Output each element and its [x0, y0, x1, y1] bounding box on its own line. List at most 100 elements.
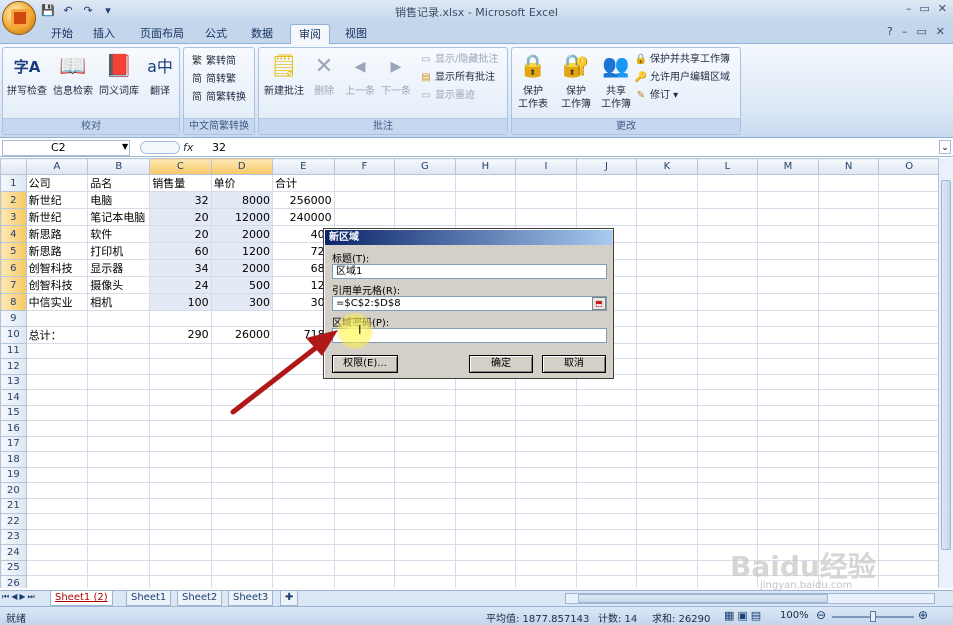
cell[interactable]	[515, 174, 577, 192]
row-header[interactable]: 15	[0, 404, 27, 421]
cell[interactable]	[149, 358, 212, 375]
cell[interactable]	[394, 420, 456, 437]
track-changes-button[interactable]: ✎ 修订 ▾	[634, 88, 678, 104]
cell[interactable]	[149, 435, 212, 452]
cell[interactable]	[210, 575, 273, 588]
cell[interactable]: 100	[149, 293, 212, 311]
column-header-m[interactable]: M	[757, 158, 819, 175]
cell[interactable]	[333, 544, 396, 561]
cell[interactable]: 新思路	[25, 242, 89, 260]
column-header-l[interactable]: L	[696, 158, 759, 175]
cell[interactable]	[515, 497, 577, 514]
column-header-a[interactable]: A	[25, 158, 89, 175]
cell[interactable]	[149, 513, 212, 530]
cell[interactable]: 500	[210, 276, 273, 294]
cell[interactable]: 总计：	[25, 325, 89, 344]
cell[interactable]	[210, 451, 273, 468]
cell[interactable]	[149, 342, 212, 359]
cell[interactable]	[757, 310, 819, 327]
cell[interactable]	[878, 435, 940, 452]
cell[interactable]	[757, 191, 819, 209]
cell[interactable]	[87, 466, 151, 483]
cell[interactable]	[149, 575, 212, 588]
cell[interactable]	[149, 310, 212, 327]
cell[interactable]	[149, 482, 212, 499]
cell[interactable]	[25, 466, 89, 483]
cell[interactable]	[25, 575, 89, 588]
cell[interactable]	[87, 451, 151, 468]
cell[interactable]	[87, 342, 151, 359]
scroll-thumb[interactable]	[941, 180, 951, 550]
customize-qat-icon[interactable]: ▾	[100, 4, 116, 18]
cancel-button[interactable]: 取消	[542, 355, 606, 373]
prev-comment-button[interactable]: ◂ 上一条	[343, 52, 377, 98]
cell[interactable]	[394, 466, 456, 483]
expand-formula-bar-icon[interactable]: ⌄	[939, 140, 951, 154]
cell[interactable]	[25, 544, 89, 561]
row-header[interactable]: 20	[0, 482, 27, 499]
cell[interactable]	[878, 389, 940, 406]
cell[interactable]	[333, 208, 396, 226]
cell[interactable]	[454, 208, 517, 226]
cell[interactable]	[636, 497, 698, 514]
research-button[interactable]: 📖 信息检索	[51, 52, 95, 98]
cell[interactable]	[87, 513, 151, 530]
cell[interactable]	[757, 404, 819, 421]
cell[interactable]	[757, 358, 819, 375]
cell[interactable]	[878, 451, 940, 468]
cell[interactable]	[878, 358, 940, 375]
cell[interactable]	[333, 174, 396, 192]
cell[interactable]	[696, 242, 759, 260]
row-header[interactable]: 2	[0, 191, 27, 209]
row-header[interactable]: 13	[0, 373, 27, 390]
cell[interactable]	[757, 342, 819, 359]
cell[interactable]	[271, 559, 335, 576]
formula-input[interactable]: 32	[212, 141, 226, 154]
cell[interactable]	[25, 497, 89, 514]
tab-review[interactable]: 审阅	[290, 24, 330, 44]
cell[interactable]	[817, 404, 880, 421]
cell[interactable]	[25, 310, 89, 327]
cell[interactable]: 290	[149, 325, 212, 344]
permissions-button[interactable]: 权限(E)...	[332, 355, 398, 373]
undo-icon[interactable]: ↶	[60, 4, 76, 18]
row-header[interactable]: 26	[0, 575, 27, 588]
cell[interactable]: 20	[149, 225, 212, 243]
cell[interactable]	[25, 404, 89, 421]
sheet-tab-1[interactable]: Sheet1 (2)	[50, 591, 113, 606]
cell[interactable]	[394, 482, 456, 499]
cell[interactable]	[636, 451, 698, 468]
cell[interactable]: 34	[149, 259, 212, 277]
cell[interactable]	[696, 420, 759, 437]
cell[interactable]	[271, 497, 335, 514]
cell[interactable]	[878, 559, 940, 576]
cell[interactable]	[25, 513, 89, 530]
cell[interactable]	[575, 420, 638, 437]
cell[interactable]	[87, 420, 151, 437]
row-header[interactable]: 9	[0, 310, 27, 327]
zoom-in-icon[interactable]: ⊕	[918, 608, 928, 622]
cell[interactable]	[87, 404, 151, 421]
cell[interactable]	[575, 191, 638, 209]
cell[interactable]	[333, 482, 396, 499]
row-header[interactable]: 19	[0, 466, 27, 483]
cell[interactable]	[25, 528, 89, 545]
cell[interactable]	[271, 404, 335, 421]
cell[interactable]	[696, 310, 759, 327]
cell[interactable]	[757, 225, 819, 243]
cell[interactable]	[515, 528, 577, 545]
cell[interactable]	[817, 497, 880, 514]
cell[interactable]	[636, 404, 698, 421]
cell[interactable]	[696, 528, 759, 545]
cell[interactable]	[575, 389, 638, 406]
cell[interactable]: 20	[149, 208, 212, 226]
translate-button[interactable]: a中 翻译	[143, 52, 177, 98]
cell[interactable]: 2000	[210, 225, 273, 243]
cell[interactable]	[817, 420, 880, 437]
cell[interactable]	[636, 259, 698, 277]
cell[interactable]	[878, 325, 940, 344]
cell[interactable]	[515, 389, 577, 406]
column-header-k[interactable]: K	[636, 158, 698, 175]
cell[interactable]	[878, 276, 940, 294]
cell[interactable]	[271, 420, 335, 437]
